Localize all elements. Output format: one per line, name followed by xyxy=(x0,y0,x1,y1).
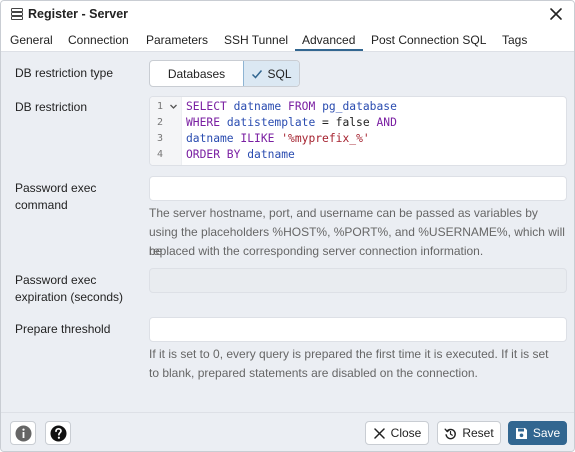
line-number: 4 xyxy=(157,149,164,160)
help-button[interactable] xyxy=(45,421,71,445)
active-tab-indicator xyxy=(295,49,363,51)
code-line-3: datname ILIKE '%myprefix_%' xyxy=(186,132,370,145)
databases-option-label: Databases xyxy=(167,66,226,81)
close-button-label: Close xyxy=(390,426,422,440)
sql-option-button[interactable]: SQL xyxy=(243,61,299,86)
tab-ssh-tunnel[interactable]: SSH Tunnel xyxy=(224,33,288,47)
prepare-threshold-label: Prepare threshold xyxy=(15,322,111,336)
close-button[interactable]: Close xyxy=(365,421,429,445)
reset-button[interactable]: Reset xyxy=(437,421,501,445)
editor-gutter: 1 2 3 4 xyxy=(150,97,182,165)
fold-chevron-icon[interactable] xyxy=(169,102,178,111)
line-number: 2 xyxy=(157,117,164,128)
password-exec-command-label-line1: Password exec xyxy=(15,181,97,195)
prepare-threshold-help-line2: to blank, prepared statements are disabl… xyxy=(149,366,478,380)
help-icon xyxy=(50,425,66,441)
db-restriction-type-toggle: Databases SQL xyxy=(149,60,300,87)
code-line-4: ORDER BY datname xyxy=(186,148,295,161)
check-icon xyxy=(252,69,263,79)
save-button[interactable]: Save xyxy=(508,421,567,445)
dialog-footer: Close Reset Save xyxy=(1,412,574,451)
databases-option-button[interactable]: Databases xyxy=(150,61,243,86)
db-restriction-sql-editor[interactable]: 1 2 3 4 SELECT datname FROM pg_database … xyxy=(149,96,567,166)
register-server-dialog: Register - Server General Connection Par… xyxy=(0,0,575,452)
reset-button-label: Reset xyxy=(462,426,494,440)
info-button[interactable] xyxy=(10,421,36,445)
tab-post-connection-sql[interactable]: Post Connection SQL xyxy=(371,33,486,47)
password-exec-expiration-label-line1: Password exec xyxy=(15,273,97,287)
tab-general[interactable]: General xyxy=(10,33,53,47)
server-icon xyxy=(11,8,23,20)
sql-option-label: SQL xyxy=(267,66,292,81)
password-exec-command-input[interactable] xyxy=(149,176,567,201)
line-number: 3 xyxy=(157,133,164,144)
db-restriction-label: DB restriction xyxy=(15,100,88,114)
save-icon xyxy=(515,427,527,439)
password-exec-command-label-line2: command xyxy=(15,198,68,212)
dialog-title: Register - Server xyxy=(28,7,129,21)
password-exec-command-help-line1: The server hostname, port, and username … xyxy=(149,206,538,220)
password-exec-expiration-input[interactable] xyxy=(149,268,567,293)
close-icon[interactable] xyxy=(549,7,563,21)
dialog-titlebar: Register - Server xyxy=(1,1,574,28)
tab-tags[interactable]: Tags xyxy=(502,33,527,47)
prepare-threshold-input[interactable] xyxy=(149,317,567,342)
info-icon xyxy=(15,425,31,441)
line-number: 1 xyxy=(157,101,164,112)
form-body: DB restriction type Databases SQL DB res… xyxy=(1,52,574,412)
close-icon xyxy=(373,427,385,439)
code-line-2: WHERE datistemplate = false AND xyxy=(186,116,397,129)
save-button-label: Save xyxy=(532,426,561,440)
tab-bar: General Connection Parameters SSH Tunnel… xyxy=(1,28,574,52)
password-exec-command-help-line3: replaced with the corresponding server c… xyxy=(149,244,484,258)
reset-icon xyxy=(444,428,457,439)
tab-advanced[interactable]: Advanced xyxy=(302,33,355,47)
tab-connection[interactable]: Connection xyxy=(68,33,129,47)
db-restriction-type-label: DB restriction type xyxy=(15,66,114,80)
prepare-threshold-help-line1: If it is set to 0, every query is prepar… xyxy=(149,347,549,361)
code-line-1: SELECT datname FROM pg_database xyxy=(186,100,397,113)
tab-parameters[interactable]: Parameters xyxy=(146,33,208,47)
password-exec-expiration-label-line2: expiration (seconds) xyxy=(15,290,124,304)
